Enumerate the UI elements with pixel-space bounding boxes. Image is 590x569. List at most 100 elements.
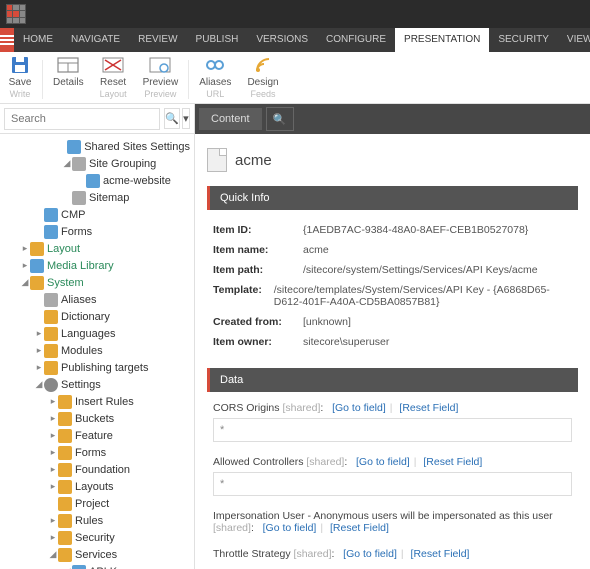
preview-icon bbox=[148, 56, 172, 76]
tree-node-label: Foundation bbox=[75, 464, 130, 476]
tree-item[interactable]: ▸Modules bbox=[0, 342, 194, 359]
tree-node-label: Layouts bbox=[75, 481, 114, 493]
goto-field-link[interactable]: [Go to field] bbox=[332, 402, 386, 414]
goto-field-link[interactable]: [Go to field] bbox=[263, 522, 317, 534]
tree-node-icon bbox=[44, 344, 58, 358]
tree-item[interactable]: Forms bbox=[0, 223, 194, 240]
ribbon-aliases[interactable]: AliasesURL bbox=[191, 56, 239, 103]
menu-security[interactable]: SECURITY bbox=[489, 28, 558, 52]
tree-node-label: Shared Sites Settings bbox=[84, 141, 190, 153]
tree-toggle-icon[interactable]: ▸ bbox=[48, 430, 58, 441]
ribbon-details[interactable]: Details bbox=[45, 56, 92, 103]
tree-item[interactable]: ▸Security bbox=[0, 529, 194, 546]
info-row: Item name:acme bbox=[213, 240, 572, 260]
tree-toggle-icon[interactable]: ◢ bbox=[48, 549, 58, 560]
tree-node-icon bbox=[44, 225, 58, 239]
tree-toggle-icon[interactable]: ▸ bbox=[34, 362, 44, 373]
menu-home[interactable]: HOME bbox=[14, 28, 62, 52]
tree-item[interactable]: CMP bbox=[0, 206, 194, 223]
tree-item[interactable]: Aliases bbox=[0, 291, 194, 308]
ribbon-save[interactable]: SaveWrite bbox=[0, 56, 40, 103]
tree-toggle-icon[interactable]: ▸ bbox=[48, 447, 58, 458]
tree-item[interactable]: Dictionary bbox=[0, 308, 194, 325]
menu-view[interactable]: VIEW bbox=[558, 28, 590, 52]
app-logo[interactable] bbox=[6, 4, 26, 24]
tree-node-icon bbox=[44, 378, 58, 392]
tree-toggle-icon[interactable]: ◢ bbox=[34, 379, 44, 390]
tab-content[interactable]: Content bbox=[199, 108, 262, 130]
info-label: Item ID: bbox=[213, 224, 303, 236]
tree-item[interactable]: ▸Media Library bbox=[0, 257, 194, 274]
tree-toggle-icon[interactable]: ▸ bbox=[48, 413, 58, 424]
tree-item[interactable]: ◢System bbox=[0, 274, 194, 291]
tree-toggle-icon[interactable]: ▸ bbox=[34, 328, 44, 339]
reset-field-link[interactable]: [Reset Field] bbox=[399, 402, 458, 414]
menu-review[interactable]: REVIEW bbox=[129, 28, 186, 52]
goto-field-link[interactable]: [Go to field] bbox=[356, 456, 410, 468]
tree-item[interactable]: ▸ Layout bbox=[0, 240, 194, 257]
tree-item[interactable]: ▸Insert Rules bbox=[0, 393, 194, 410]
menu-versions[interactable]: VERSIONS bbox=[247, 28, 317, 52]
tree-item[interactable]: ▸ Layouts bbox=[0, 478, 194, 495]
tree-node-label: Layout bbox=[47, 243, 80, 255]
menu-configure[interactable]: CONFIGURE bbox=[317, 28, 395, 52]
tree-item[interactable]: ◢Site Grouping bbox=[0, 155, 194, 172]
search-input[interactable] bbox=[4, 108, 160, 130]
cors-origins-input[interactable] bbox=[213, 418, 572, 442]
tree-item[interactable]: ▸Publishing targets bbox=[0, 359, 194, 376]
quick-info-header[interactable]: Quick Info bbox=[207, 186, 578, 210]
menu-publish[interactable]: PUBLISH bbox=[187, 28, 248, 52]
search-button[interactable]: 🔍 bbox=[164, 108, 180, 129]
tree-item[interactable]: ▸ Rules bbox=[0, 512, 194, 529]
tree-toggle-icon[interactable]: ▸ bbox=[48, 481, 58, 492]
reset-field-link[interactable]: [Reset Field] bbox=[423, 456, 482, 468]
tree-item[interactable]: ◢API Keys bbox=[0, 563, 194, 569]
info-row: Item owner:sitecore\superuser bbox=[213, 332, 572, 352]
tree-node-label: Sitemap bbox=[89, 192, 129, 204]
tree-toggle-icon[interactable]: ▸ bbox=[48, 515, 58, 526]
hamburger-menu[interactable] bbox=[0, 28, 14, 52]
tree-node-icon bbox=[58, 497, 72, 511]
tree-toggle-icon[interactable]: ◢ bbox=[20, 277, 30, 288]
tree-toggle-icon[interactable]: ▸ bbox=[48, 532, 58, 543]
reset-field-link[interactable]: [Reset Field] bbox=[411, 548, 470, 560]
tree-toggle-icon[interactable]: ▸ bbox=[48, 464, 58, 475]
tree-item[interactable]: ▸Languages bbox=[0, 325, 194, 342]
menu-presentation[interactable]: PRESENTATION bbox=[395, 28, 489, 52]
goto-field-link[interactable]: [Go to field] bbox=[343, 548, 397, 560]
tree-item[interactable]: ▸Buckets bbox=[0, 410, 194, 427]
info-label: Item owner: bbox=[213, 336, 303, 348]
tree-item[interactable]: ▸ Feature bbox=[0, 427, 194, 444]
tree-item[interactable]: ▸ Forms bbox=[0, 444, 194, 461]
ribbon-design[interactable]: DesignFeeds bbox=[239, 56, 286, 103]
tree-item[interactable]: Shared Sites Settings bbox=[0, 138, 194, 155]
allowed-controllers-input[interactable] bbox=[213, 472, 572, 496]
tree-node-icon bbox=[58, 446, 72, 460]
tab-search[interactable]: 🔍 bbox=[266, 107, 294, 131]
tree-item[interactable]: Project bbox=[0, 495, 194, 512]
tree-toggle-icon[interactable]: ▸ bbox=[20, 243, 30, 254]
tree-toggle-icon[interactable]: ▸ bbox=[20, 260, 30, 271]
tree-node-label: Forms bbox=[75, 447, 106, 459]
ribbon-reset[interactable]: ResetLayout bbox=[92, 56, 135, 103]
tree-item[interactable]: acme-website bbox=[0, 172, 194, 189]
ribbon-preview[interactable]: PreviewPreview bbox=[135, 56, 187, 103]
search-dropdown[interactable]: ▾ bbox=[182, 108, 190, 129]
tree-node-label: Rules bbox=[75, 515, 103, 527]
tree-item[interactable]: ◢Settings bbox=[0, 376, 194, 393]
menu-navigate[interactable]: NAVIGATE bbox=[62, 28, 129, 52]
search-icon: 🔍 bbox=[273, 113, 287, 126]
reset-field-link[interactable]: [Reset Field] bbox=[330, 522, 389, 534]
tree-item[interactable]: ▸ Foundation bbox=[0, 461, 194, 478]
tree-toggle-icon[interactable]: ◢ bbox=[62, 158, 72, 169]
tree-toggle-icon[interactable]: ▸ bbox=[48, 396, 58, 407]
allowed-field-label: Allowed Controllers [shared]: [Go to fie… bbox=[213, 456, 572, 468]
cors-field-label: CORS Origins [shared]: [Go to field]| [R… bbox=[213, 402, 572, 414]
tree-item[interactable]: Sitemap bbox=[0, 189, 194, 206]
info-value: [unknown] bbox=[303, 316, 351, 328]
tree-toggle-icon[interactable]: ▸ bbox=[34, 345, 44, 356]
tree-item[interactable]: ◢Services bbox=[0, 546, 194, 563]
tree-node-label: Feature bbox=[75, 430, 113, 442]
data-header[interactable]: Data bbox=[207, 368, 578, 392]
content-tree: Shared Sites Settings ◢Site Groupingacme-… bbox=[0, 134, 194, 569]
